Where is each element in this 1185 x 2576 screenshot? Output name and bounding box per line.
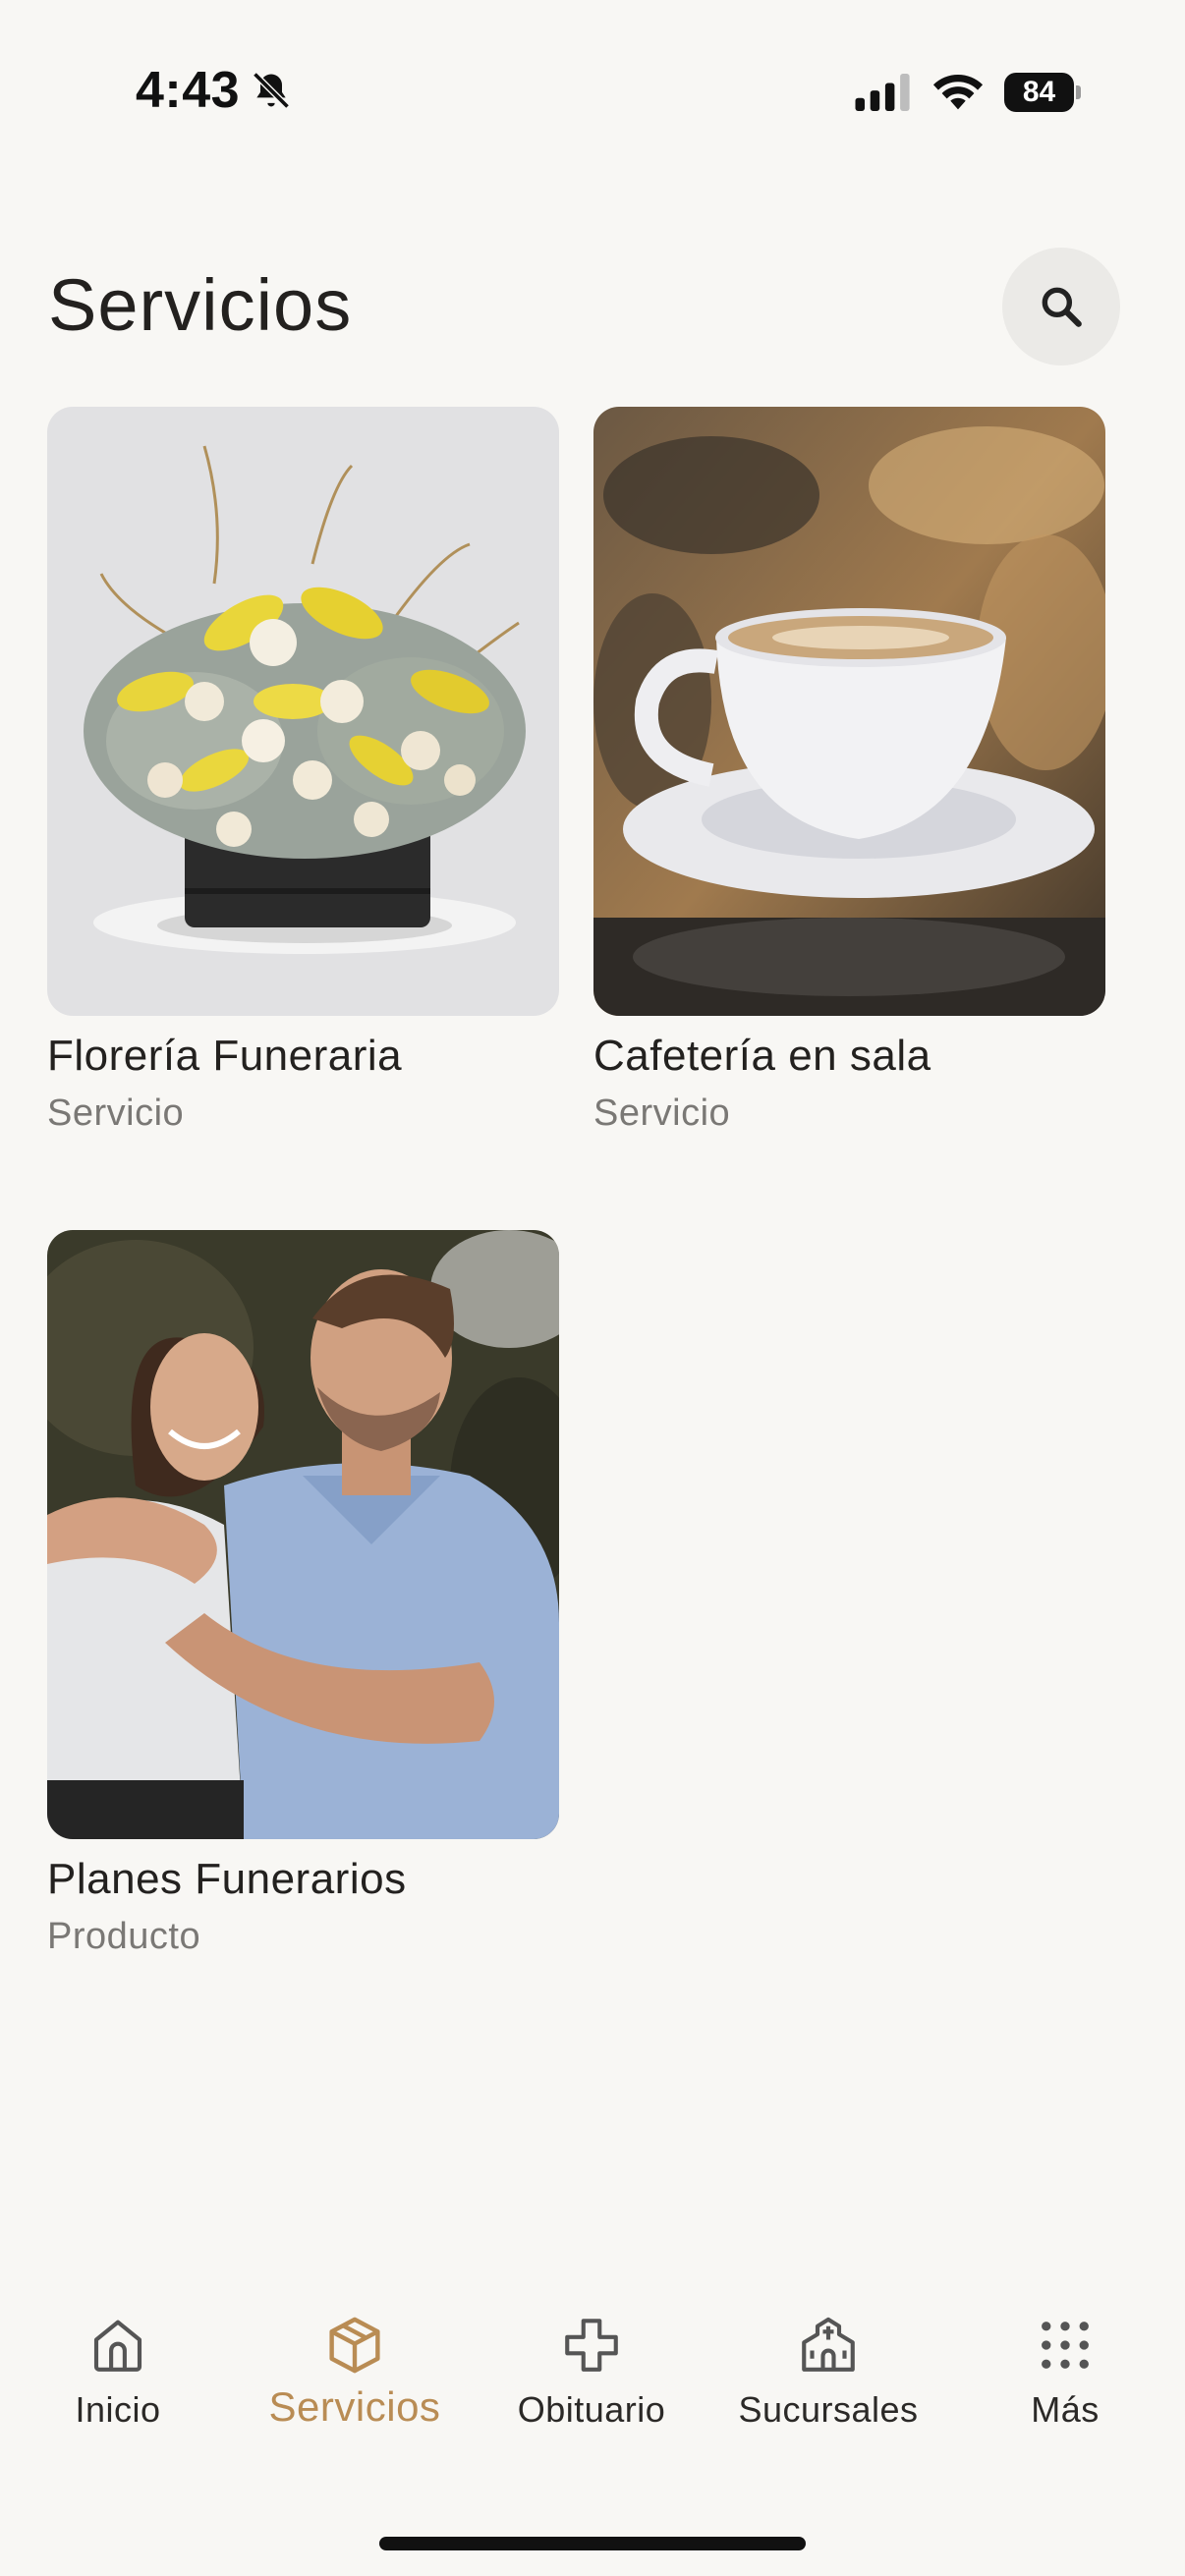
battery-indicator: 84 <box>1004 73 1081 112</box>
cross-icon <box>565 2319 618 2372</box>
page-title: Servicios <box>48 264 353 346</box>
grid-icon <box>1042 2322 1089 2369</box>
search-button[interactable] <box>1002 248 1120 365</box>
status-time: 4:43 <box>136 62 241 119</box>
search-icon <box>1042 287 1082 327</box>
card-title: Planes Funerarios <box>47 1855 407 1903</box>
box-icon <box>329 2317 380 2374</box>
wifi-icon <box>932 74 984 110</box>
nav-label-obituario: Obituario <box>517 2389 666 2430</box>
coffee-cup-image <box>593 407 1105 1016</box>
service-card-cafeteria[interactable]: Cafetería en sala Servicio <box>593 407 1105 1135</box>
bell-muted-icon <box>253 72 290 109</box>
card-subtitle: Producto <box>47 1916 201 1957</box>
status-time-group: 4:43 <box>136 61 293 120</box>
card-image-couple <box>47 1230 559 1839</box>
battery-level: 84 <box>1004 73 1075 112</box>
nav-item-sucursales[interactable]: Sucursales <box>710 2289 946 2431</box>
card-subtitle: Servicio <box>593 1092 731 1134</box>
status-bar: 4:43 84 <box>0 0 1185 187</box>
nav-label-servicios: Servicios <box>268 2383 441 2430</box>
nav-item-mas[interactable]: Más <box>947 2289 1183 2431</box>
signal-icon <box>855 74 910 111</box>
home-icon <box>93 2320 142 2372</box>
nav-label-sucursales: Sucursales <box>738 2389 919 2430</box>
service-card-floreria[interactable]: Florería Funeraria Servicio <box>47 407 559 1135</box>
nav-item-inicio[interactable]: Inicio <box>0 2289 236 2431</box>
nav-label-mas: Más <box>1031 2389 1100 2430</box>
card-subtitle: Servicio <box>47 1092 185 1134</box>
flower-arrangement-image <box>47 407 559 1016</box>
couple-hugging-image <box>47 1230 559 1839</box>
card-title: Florería Funeraria <box>47 1032 403 1080</box>
card-title: Cafetería en sala <box>593 1032 931 1080</box>
service-card-planes[interactable]: Planes Funerarios Producto <box>47 1230 559 1958</box>
nav-label-inicio: Inicio <box>75 2389 161 2430</box>
nav-item-obituario[interactable]: Obituario <box>474 2289 709 2431</box>
card-image-coffee <box>593 407 1105 1016</box>
church-icon <box>802 2317 855 2372</box>
bottom-nav: Inicio Servicios Obituario Sucursales Má… <box>0 2289 1185 2456</box>
status-indicators: 84 <box>855 73 1081 112</box>
nav-item-servicios[interactable]: Servicios <box>237 2289 473 2431</box>
home-indicator[interactable] <box>379 2537 806 2550</box>
battery-tip <box>1076 85 1081 99</box>
card-image-flowers <box>47 407 559 1016</box>
